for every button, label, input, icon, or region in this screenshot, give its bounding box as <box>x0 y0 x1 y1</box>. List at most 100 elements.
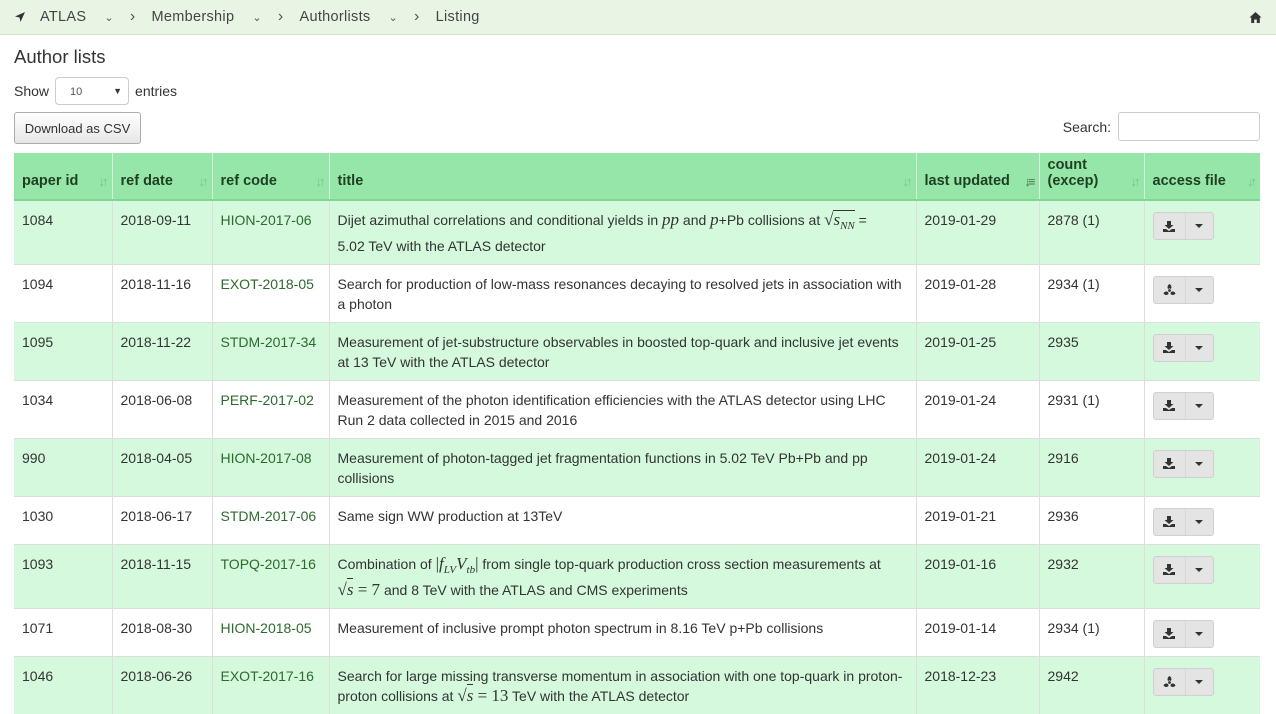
caret-down-icon <box>1195 679 1203 684</box>
home-icon[interactable] <box>1249 11 1262 24</box>
cell-title: Search for large missing transverse mome… <box>328 655 916 714</box>
cell-count: 2936 <box>1038 495 1144 545</box>
col-header-last-updated[interactable]: last updated ↓≡ <box>915 153 1039 201</box>
breadcrumb-separator: › <box>277 8 284 25</box>
chevron-down-icon[interactable]: ⌄ <box>388 11 398 24</box>
table-row: 1046 2018-06-26 EXOT-2017-16 Search for … <box>14 655 1260 714</box>
dropdown-toggle[interactable] <box>1186 509 1213 535</box>
file-action-button[interactable] <box>1154 276 1186 303</box>
cell-paper-id: 1084 <box>14 199 112 265</box>
cell-ref-code[interactable]: EXOT-2017-16 <box>211 655 329 714</box>
col-header-title[interactable]: title ↓↑ <box>328 153 916 201</box>
cell-paper-id: 1071 <box>14 607 112 657</box>
dropdown-toggle[interactable] <box>1186 277 1213 303</box>
search-input[interactable] <box>1118 112 1260 141</box>
col-header-access-file[interactable]: access file ↓↑ <box>1143 153 1260 201</box>
table-row: 1071 2018-08-30 HION-2018-05 Measurement… <box>14 607 1260 657</box>
cell-title: Combination of |fLVVtb| from single top-… <box>328 543 916 609</box>
download-button[interactable] <box>1154 450 1186 477</box>
cell-access-file <box>1143 379 1260 439</box>
caret-down-icon: ▼ <box>113 86 123 96</box>
dropdown-toggle[interactable] <box>1186 335 1213 361</box>
col-header-count[interactable]: count (excep) ↓↑ <box>1038 153 1144 201</box>
cell-ref-date: 2018-06-26 <box>111 655 212 714</box>
cell-ref-code[interactable]: HION-2017-08 <box>211 437 329 497</box>
breadcrumb-atlas[interactable]: ATLAS ⌄ › <box>40 8 152 26</box>
download-button[interactable] <box>1154 556 1186 583</box>
entries-select[interactable]: 10 ▼ <box>55 77 130 105</box>
dropdown-toggle[interactable] <box>1186 213 1213 239</box>
download-button[interactable] <box>1154 334 1186 361</box>
breadcrumb-authorlists[interactable]: Authorlists ⌄ › <box>299 8 435 26</box>
cell-last-updated: 2019-01-29 <box>915 199 1039 265</box>
dropdown-toggle[interactable] <box>1186 557 1213 583</box>
table-row: 990 2018-04-05 HION-2017-08 Measurement … <box>14 437 1260 497</box>
cell-title: Measurement of jet-substructure observab… <box>328 321 916 381</box>
cell-ref-code[interactable]: TOPQ-2017-16 <box>211 543 329 609</box>
download-csv-button[interactable]: Download as CSV <box>14 112 141 144</box>
cell-last-updated: 2018-12-23 <box>915 655 1039 714</box>
sort-icon: ↓↑ <box>902 174 913 189</box>
download-button[interactable] <box>1154 392 1186 419</box>
download-button[interactable] <box>1154 508 1186 535</box>
caret-down-icon <box>1195 567 1203 572</box>
cell-last-updated: 2019-01-24 <box>915 379 1039 439</box>
sort-icon: ↓↑ <box>198 174 209 189</box>
download-button[interactable] <box>1154 620 1186 647</box>
caret-down-icon <box>1195 631 1203 636</box>
cell-paper-id: 1094 <box>14 263 112 323</box>
breadcrumb-listing: Listing <box>435 9 480 25</box>
cell-access-file <box>1143 495 1260 545</box>
dropdown-toggle[interactable] <box>1186 393 1213 419</box>
cell-title: Same sign WW production at 13TeV <box>328 495 916 545</box>
cell-count: 2942 <box>1038 655 1144 714</box>
cell-last-updated: 2019-01-25 <box>915 321 1039 381</box>
cell-count: 2934 (1) <box>1038 263 1144 323</box>
download-icon <box>1163 220 1175 232</box>
cell-ref-code[interactable]: STDM-2017-34 <box>211 321 329 381</box>
chevron-down-icon[interactable]: ⌄ <box>252 11 262 24</box>
cell-ref-date: 2018-11-15 <box>111 543 212 609</box>
dropdown-toggle[interactable] <box>1186 621 1213 647</box>
col-header-paper-id[interactable]: paper id ↓↑ <box>14 153 112 201</box>
chevron-down-icon[interactable]: ⌄ <box>104 11 114 24</box>
access-file-button-group <box>1152 555 1214 584</box>
sort-icon: ↓↑ <box>1247 174 1257 189</box>
cell-ref-date: 2018-06-08 <box>111 379 212 439</box>
dropdown-toggle[interactable] <box>1186 451 1213 477</box>
cell-access-file <box>1143 321 1260 381</box>
cell-ref-code[interactable]: PERF-2017-02 <box>211 379 329 439</box>
cell-count: 2878 (1) <box>1038 199 1144 265</box>
breadcrumb-separator: › <box>414 8 420 25</box>
sort-icon: ↓↑ <box>315 174 326 189</box>
col-header-ref-code[interactable]: ref code ↓↑ <box>211 153 329 201</box>
col-header-ref-date[interactable]: ref date ↓↑ <box>111 153 212 201</box>
cell-ref-code[interactable]: HION-2017-06 <box>211 199 329 265</box>
breadcrumb-membership[interactable]: Membership ⌄ › <box>152 8 300 26</box>
length-control: Show 10 ▼ entries <box>14 77 177 105</box>
entries-label: entries <box>135 83 178 99</box>
cell-title: Dijet azimuthal correlations and conditi… <box>328 199 916 265</box>
download-button[interactable] <box>1154 213 1186 239</box>
cell-access-file <box>1143 655 1260 714</box>
cell-title: Measurement of photon-tagged jet fragmen… <box>328 437 916 497</box>
cell-ref-code[interactable]: STDM-2017-06 <box>211 495 329 545</box>
cell-ref-date: 2018-08-30 <box>111 607 212 657</box>
cell-count: 2932 <box>1038 543 1144 609</box>
sort-icon: ↓↑ <box>1130 174 1141 189</box>
caret-down-icon <box>1195 403 1203 408</box>
biohazard-icon <box>1163 675 1175 687</box>
caret-down-icon <box>1195 224 1203 228</box>
cell-last-updated: 2019-01-24 <box>915 437 1039 497</box>
cell-ref-code[interactable]: HION-2018-05 <box>211 607 329 657</box>
download-icon <box>1163 458 1175 470</box>
cell-paper-id: 1046 <box>14 655 112 714</box>
location-arrow-icon[interactable] <box>14 11 26 23</box>
caret-down-icon <box>1195 461 1203 466</box>
sort-icon: ↓↑ <box>98 174 109 189</box>
cell-ref-code[interactable]: EXOT-2018-05 <box>211 263 329 323</box>
top-navbar: ATLAS ⌄ › Membership ⌄ › Authorlists ⌄ › Listi… <box>0 0 1276 35</box>
cell-last-updated: 2019-01-21 <box>915 495 1039 545</box>
access-file-button-group <box>1152 212 1214 240</box>
access-file-button-group <box>1152 667 1214 696</box>
